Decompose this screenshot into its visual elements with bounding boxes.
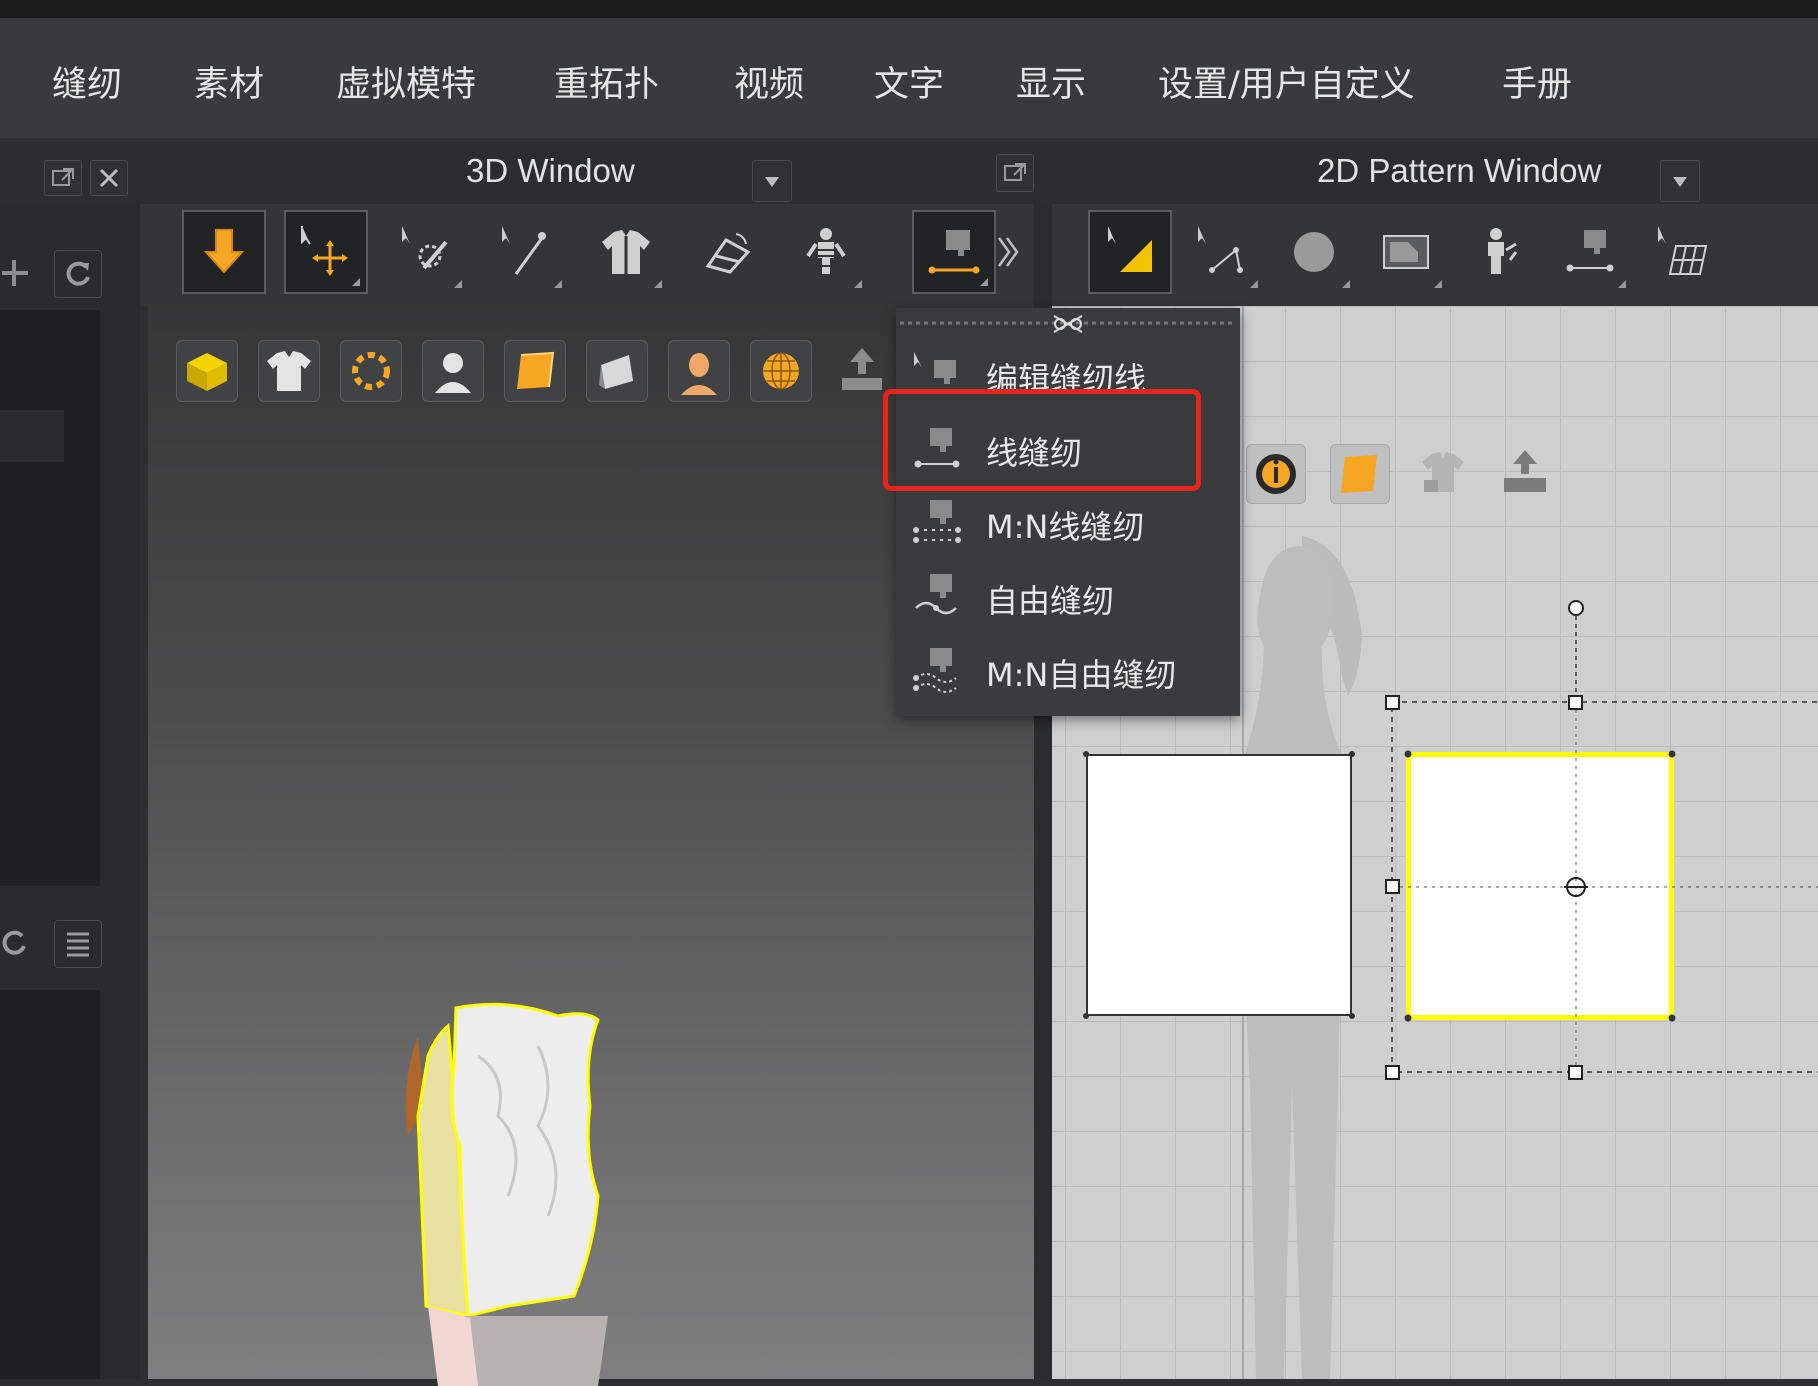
show-pins-icon[interactable] <box>340 340 402 402</box>
undock-icon[interactable] <box>44 160 82 196</box>
simulation-quality-icon[interactable] <box>176 340 238 402</box>
refresh-icon[interactable] <box>54 250 102 298</box>
avatar-select-icon[interactable] <box>1456 210 1540 294</box>
menu-item-mn-segment-sewing[interactable]: M:N线缝纫 <box>896 484 1240 558</box>
export-icon[interactable] <box>832 340 892 400</box>
menu-material[interactable]: 素材 <box>194 56 264 107</box>
close-icon[interactable] <box>90 160 128 196</box>
top-strip <box>0 0 1818 20</box>
menu-manual[interactable]: 手册 <box>1502 56 1572 107</box>
toolbar-3d <box>140 204 1038 306</box>
dropdown-tearoff[interactable] <box>896 314 1240 336</box>
show-avatar-icon[interactable] <box>422 340 484 402</box>
menubar: 缝纫 素材 虚拟模特 重拓扑 视频 文字 显示 设置/用户自定义 手册 <box>0 18 1818 138</box>
free-sewing-icon <box>915 574 957 615</box>
list-view-icon[interactable] <box>54 920 102 968</box>
highlight-box <box>883 389 1201 491</box>
menu-text[interactable]: 文字 <box>874 56 944 107</box>
sewing-tool-dropdown: 编辑缝纫线 线缝纫 M:N线缝纫 自由缝纫 M:N自由缝纫 <box>896 308 1240 716</box>
menu-display[interactable]: 显示 <box>1016 56 1086 107</box>
brush-select-icon[interactable] <box>384 210 468 294</box>
window-2d-dropdown-icon[interactable] <box>1660 160 1700 202</box>
edit-point-icon[interactable] <box>1180 210 1264 294</box>
menu-sewing[interactable]: 缝纫 <box>52 56 122 107</box>
avatar-pose-icon[interactable] <box>784 210 868 294</box>
add-icon[interactable] <box>0 250 36 296</box>
window-2d-title: 2D Pattern Window <box>1317 152 1602 189</box>
texture-icon[interactable] <box>504 340 566 402</box>
window-3d-dropdown-icon[interactable] <box>752 160 792 202</box>
transform-pattern-icon[interactable] <box>1088 210 1172 294</box>
window-header-row: 3D Window 2D Pattern Window <box>0 138 1818 210</box>
thickness-icon[interactable] <box>586 340 648 402</box>
garment-icon[interactable] <box>584 210 668 294</box>
more-icon[interactable] <box>986 210 1030 294</box>
menu-avatar[interactable]: 虚拟模特 <box>336 56 476 107</box>
simulation-icon[interactable] <box>182 210 266 294</box>
show-garment-icon[interactable] <box>258 340 320 402</box>
menu-item-mn-free-sewing[interactable]: M:N自由缝纫 <box>896 632 1240 706</box>
menu-settings[interactable]: 设置/用户自定义 <box>1158 56 1415 107</box>
library-list-item[interactable] <box>0 410 64 462</box>
circle-icon[interactable] <box>1272 210 1356 294</box>
garment-3d-model[interactable] <box>388 996 718 1386</box>
move-select-icon[interactable] <box>284 210 368 294</box>
refresh-icon[interactable] <box>0 920 36 966</box>
pin-icon[interactable] <box>484 210 568 294</box>
left-panel <box>0 204 140 1379</box>
grid-icon[interactable] <box>1640 210 1724 294</box>
segment-sewing-icon[interactable] <box>1548 210 1632 294</box>
mn-segment-sewing-icon <box>913 500 961 543</box>
toolbar-2d <box>1052 204 1818 306</box>
undock-2d-icon[interactable] <box>996 154 1034 192</box>
avatar-mesh-icon[interactable] <box>750 340 812 402</box>
library-list[interactable] <box>0 310 100 886</box>
menu-retopology[interactable]: 重拓扑 <box>554 56 659 107</box>
sewing-tool-icon[interactable] <box>912 210 996 294</box>
avatar-skin-icon[interactable] <box>668 340 730 402</box>
mn-free-sewing-icon <box>913 648 957 693</box>
menu-item-free-sewing[interactable]: 自由缝纫 <box>896 558 1240 632</box>
polygon-icon[interactable] <box>1364 210 1448 294</box>
window-3d-title: 3D Window <box>466 152 635 189</box>
object-browser-list[interactable] <box>0 990 100 1379</box>
fold-icon[interactable] <box>684 210 768 294</box>
menu-video[interactable]: 视频 <box>734 56 804 107</box>
